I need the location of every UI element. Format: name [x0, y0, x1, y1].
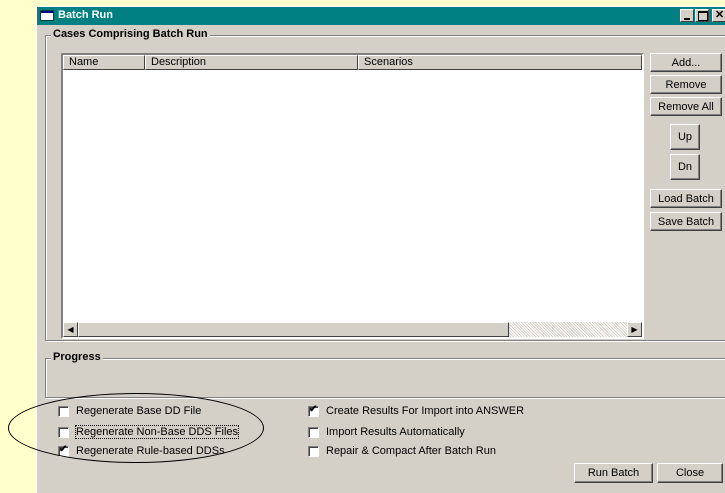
- run-batch-button[interactable]: Run Batch: [574, 463, 653, 483]
- column-header-scenarios[interactable]: Scenarios: [358, 55, 642, 70]
- repair-compact-checkbox[interactable]: Repair & Compact After Batch Run: [308, 445, 496, 457]
- checkbox-box[interactable]: [308, 445, 319, 457]
- horizontal-scrollbar[interactable]: ◀ ▶: [63, 322, 642, 337]
- checkbox-label: Regenerate Rule-based DDSs: [76, 445, 225, 457]
- load-batch-button[interactable]: Load Batch: [650, 189, 722, 208]
- checkbox-label: Create Results For Import into ANSWER: [326, 405, 525, 417]
- progress-group: [45, 358, 725, 398]
- column-header-description[interactable]: Description: [145, 55, 358, 70]
- add-button[interactable]: Add...: [650, 53, 722, 72]
- list-header: Name Description Scenarios: [63, 55, 642, 70]
- scrollbar-thumb[interactable]: [78, 322, 509, 337]
- checkbox-label: Repair & Compact After Batch Run: [326, 445, 496, 457]
- window-title: Batch Run: [58, 9, 113, 21]
- remove-button[interactable]: Remove: [650, 75, 722, 94]
- scroll-right-arrow-icon[interactable]: ▶: [627, 322, 642, 337]
- column-header-name[interactable]: Name: [63, 55, 145, 70]
- dn-button[interactable]: Dn: [670, 154, 700, 180]
- import-results-automatically-checkbox[interactable]: Import Results Automatically: [308, 426, 465, 438]
- minimize-button[interactable]: [680, 9, 694, 22]
- checkbox-box[interactable]: [308, 404, 319, 417]
- regenerate-non-base-dds-checkbox[interactable]: Regenerate Non-Base DDS Files: [58, 425, 240, 439]
- regenerate-base-dd-checkbox[interactable]: Regenerate Base DD File: [58, 405, 201, 417]
- checkbox-label: Regenerate Base DD File: [76, 405, 202, 417]
- checkbox-label: Import Results Automatically: [326, 426, 465, 438]
- up-button[interactable]: Up: [670, 124, 700, 150]
- checkbox-box[interactable]: [58, 426, 69, 438]
- maximize-button[interactable]: [695, 9, 709, 22]
- cases-group-label: Cases Comprising Batch Run: [51, 28, 210, 40]
- checkbox-box[interactable]: [308, 426, 319, 438]
- scroll-left-arrow-icon[interactable]: ◀: [63, 322, 78, 337]
- remove-all-button[interactable]: Remove All: [650, 97, 722, 116]
- close-window-button[interactable]: [712, 8, 725, 22]
- save-batch-button[interactable]: Save Batch: [650, 212, 722, 231]
- checkbox-box[interactable]: [58, 405, 69, 417]
- create-results-import-checkbox[interactable]: Create Results For Import into ANSWER: [308, 404, 525, 417]
- progress-group-label: Progress: [51, 351, 103, 363]
- title-bar[interactable]: Batch Run: [37, 7, 725, 25]
- cases-list[interactable]: Name Description Scenarios ◀ ▶: [61, 53, 644, 339]
- window-icon: [40, 10, 54, 21]
- checkbox-label: Regenerate Non-Base DDS Files: [74, 425, 240, 439]
- batch-run-window: Batch Run Cases Comprising Batch Run Nam…: [36, 6, 725, 493]
- close-button[interactable]: Close: [657, 463, 723, 483]
- checkbox-box[interactable]: [58, 444, 69, 457]
- regenerate-rule-based-dds-checkbox[interactable]: Regenerate Rule-based DDSs: [58, 444, 225, 457]
